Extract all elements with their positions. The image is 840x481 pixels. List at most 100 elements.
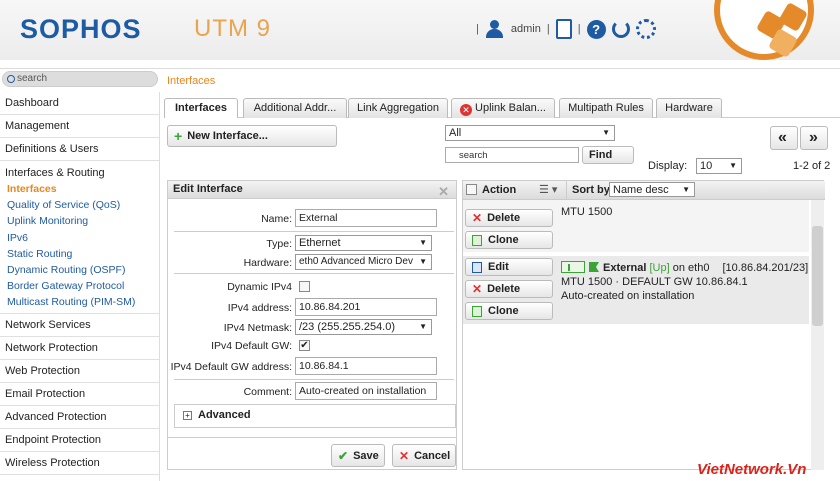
sidebar-sub-ospf[interactable]: Dynamic Routing (OSPF): [0, 262, 159, 278]
list-search-input[interactable]: search: [445, 147, 579, 163]
clone-icon: [472, 305, 482, 317]
dynamic-ipv4-label: Dynamic IPv4: [227, 281, 292, 293]
toggle-switch[interactable]: [561, 261, 585, 273]
tab-additional-addresses[interactable]: Additional Addr...: [243, 98, 347, 118]
ipv4-address-input[interactable]: 10.86.84.201: [295, 298, 437, 316]
cancel-button[interactable]: ✕ Cancel: [392, 444, 456, 467]
action-header: Action: [482, 184, 517, 196]
sidebar-item-endpoint-protection[interactable]: Endpoint Protection: [0, 429, 159, 452]
tab-hardware[interactable]: Hardware: [656, 98, 722, 118]
sidebar-sub-interfaces[interactable]: Interfaces: [0, 181, 159, 197]
clone-button[interactable]: Clone: [465, 302, 553, 320]
row-mtu: MTU 1500: [561, 206, 613, 218]
sidebar-item-network-protection[interactable]: Network Protection: [0, 337, 159, 360]
comment-label: Comment:: [243, 386, 292, 398]
tab-interfaces[interactable]: Interfaces: [164, 98, 238, 118]
comment-input[interactable]: Auto-created on installation: [295, 382, 437, 400]
activity-icon[interactable]: [635, 19, 656, 39]
interface-state: [Up]: [649, 262, 670, 274]
sidebar-item-advanced-protection[interactable]: Advanced Protection: [0, 406, 159, 429]
delete-button[interactable]: ✕ Delete: [465, 280, 553, 298]
sidebar-group-interfaces: Interfaces & Routing Interfaces Quality …: [0, 161, 159, 314]
chevron-down-icon: ▼: [729, 161, 737, 170]
hardware-select[interactable]: eth0 Advanced Micro Dev ▼: [295, 254, 432, 270]
clone-button[interactable]: Clone: [465, 231, 553, 249]
top-header: SOPHOS UTM 9 | admin | | ?: [0, 0, 840, 60]
list-scrollbar[interactable]: [811, 200, 824, 470]
sortby-select[interactable]: Name desc ▼: [609, 182, 695, 197]
default-gw-checkbox[interactable]: ✔: [299, 340, 310, 351]
clipboard-icon[interactable]: [555, 19, 572, 39]
edit-button[interactable]: Edit: [465, 258, 553, 276]
help-icon[interactable]: ?: [586, 19, 606, 39]
sidebar-sub-qos[interactable]: Quality of Service (QoS): [0, 197, 159, 213]
dynamic-ipv4-checkbox[interactable]: [299, 281, 310, 292]
sophos-badge-icon: [714, 0, 814, 60]
search-input[interactable]: search: [2, 71, 158, 87]
user-name[interactable]: admin: [511, 23, 541, 35]
edit-icon: [472, 261, 482, 273]
interface-port: on eth0: [672, 262, 710, 274]
tab-uplink-balancing[interactable]: ✕ Uplink Balan...: [451, 98, 555, 118]
select-all-checkbox[interactable]: [466, 184, 477, 195]
list-options-icon[interactable]: ☰ ▾: [539, 183, 557, 196]
x-icon: ✕: [472, 211, 483, 225]
gw-address-input[interactable]: 10.86.84.1: [295, 357, 437, 375]
sidebar-sub-ipv6[interactable]: IPv6: [0, 230, 159, 246]
interface-list: Action ☰ ▾ Sort by: Name desc ▼ ✕ Delete C…: [462, 180, 825, 470]
watermark: VietNetwork.Vn: [697, 461, 807, 478]
interface-ip: [10.86.84.201/23]: [722, 262, 809, 274]
name-input[interactable]: External: [295, 209, 437, 227]
sidebar-item-network-services[interactable]: Network Services: [0, 314, 159, 337]
chevron-down-icon: ▼: [419, 238, 427, 247]
sidebar-item-management[interactable]: Management: [0, 115, 159, 138]
new-interface-button[interactable]: + New Interface...: [167, 125, 337, 147]
gw-address-label: IPv4 Default GW address:: [170, 361, 292, 373]
filter-select[interactable]: All ▼: [445, 125, 615, 141]
product-name: UTM 9: [194, 15, 271, 42]
tab-multipath-rules[interactable]: Multipath Rules: [559, 98, 653, 118]
reload-icon[interactable]: [611, 20, 630, 38]
sidebar-item-web-protection[interactable]: Web Protection: [0, 360, 159, 383]
sidebar-nav: Dashboard Management Definitions & Users…: [0, 92, 160, 481]
sidebar-item-definitions[interactable]: Definitions & Users: [0, 138, 159, 161]
table-row: ✕ Delete Clone MTU 1500: [463, 200, 809, 252]
sidebar-sub-uplink[interactable]: Uplink Monitoring: [0, 213, 159, 229]
sidebar-item-dashboard[interactable]: Dashboard: [0, 92, 159, 115]
sidebar-sub-multicast[interactable]: Multicast Routing (PIM-SM): [0, 294, 159, 310]
sidebar-sub-static-routing[interactable]: Static Routing: [0, 246, 159, 262]
display-select[interactable]: 10 ▼: [696, 158, 742, 174]
save-button[interactable]: ✔ Save: [331, 444, 385, 467]
user-icon[interactable]: [485, 20, 505, 38]
interface-comment: Auto-created on installation: [561, 290, 695, 302]
edit-panel-header: Edit Interface ✕: [168, 181, 456, 199]
list-header: Action ☰ ▾ Sort by: Name desc ▼: [463, 181, 825, 200]
sidebar-sub-bgp[interactable]: Border Gateway Protocol: [0, 278, 159, 294]
default-gw-label: IPv4 Default GW:: [211, 340, 292, 352]
delete-button[interactable]: ✕ Delete: [465, 209, 553, 227]
sidebar-item-wireless-protection[interactable]: Wireless Protection: [0, 452, 159, 475]
sidebar-item-email-protection[interactable]: Email Protection: [0, 383, 159, 406]
prev-page-button[interactable]: «: [770, 126, 798, 150]
scrollbar-thumb[interactable]: [812, 226, 823, 326]
close-icon[interactable]: ✕: [438, 183, 449, 200]
ipv4-netmask-label: IPv4 Netmask:: [223, 322, 292, 334]
x-icon: ✕: [472, 282, 483, 296]
edit-interface-panel: Edit Interface ✕ Name: External Type: Eth…: [167, 180, 457, 470]
interface-name[interactable]: External: [603, 262, 646, 274]
clone-icon: [472, 234, 482, 246]
find-button[interactable]: Find: [582, 146, 634, 164]
hardware-label: Hardware:: [243, 257, 292, 269]
ipv4-netmask-select[interactable]: /23 (255.255.254.0) ▼: [295, 319, 432, 335]
advanced-section[interactable]: + Advanced: [174, 404, 456, 428]
table-row: Edit ✕ Delete Clone External [Up] on eth0…: [463, 256, 809, 324]
tab-link-aggregation[interactable]: Link Aggregation: [348, 98, 448, 118]
chevron-down-icon: ▼: [682, 185, 690, 194]
next-page-button[interactable]: »: [800, 126, 828, 150]
chevron-down-icon: ▼: [419, 255, 427, 269]
sidebar-group-title[interactable]: Interfaces & Routing: [0, 165, 159, 181]
type-select[interactable]: Ethernet ▼: [295, 235, 432, 251]
ipv4-address-label: IPv4 address:: [227, 302, 292, 314]
x-icon: ✕: [399, 448, 410, 463]
flag-icon: [589, 262, 599, 272]
